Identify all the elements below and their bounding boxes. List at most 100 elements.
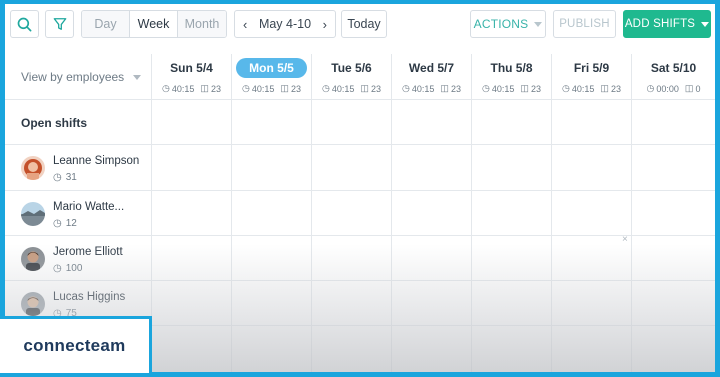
day-label: Wed 5/7 bbox=[408, 61, 455, 75]
actions-dropdown[interactable]: ACTIONS bbox=[470, 10, 546, 38]
day-label: Thu 5/8 bbox=[490, 61, 533, 75]
today-button[interactable]: Today bbox=[341, 10, 387, 38]
shift-cell[interactable] bbox=[231, 236, 311, 280]
open-shifts-row: Open shifts bbox=[5, 100, 715, 145]
shift-cell[interactable] bbox=[471, 100, 551, 144]
shift-cell[interactable] bbox=[391, 326, 471, 372]
shift-cell[interactable] bbox=[231, 191, 311, 235]
close-icon[interactable]: × bbox=[622, 234, 628, 245]
shifts-icon: ◫ bbox=[440, 83, 449, 93]
shift-cell[interactable] bbox=[231, 281, 311, 325]
day-hours: 40:15 bbox=[171, 83, 195, 94]
employee-row: Leanne Simpson ◷ 31 bbox=[5, 145, 715, 191]
day-header-sun[interactable]: Sun 5/4 ◷ 40:15 ◫ 23 bbox=[151, 54, 231, 99]
clock-icon: ◷ bbox=[53, 218, 62, 229]
shift-cell[interactable] bbox=[311, 191, 391, 235]
shift-cell[interactable] bbox=[551, 145, 631, 190]
employee-info[interactable]: Jerome Elliott ◷ 100 bbox=[5, 236, 151, 280]
date-range-picker: ‹ May 4-10 › bbox=[234, 10, 336, 38]
shift-cell[interactable] bbox=[551, 236, 631, 280]
view-by-label: View by employees bbox=[21, 70, 125, 84]
shift-cell[interactable] bbox=[151, 281, 231, 325]
shift-cell[interactable] bbox=[631, 281, 715, 325]
shift-cell[interactable] bbox=[631, 100, 715, 144]
view-switcher: Day Week Month bbox=[81, 10, 227, 38]
shift-cell[interactable] bbox=[231, 145, 311, 190]
shift-cell[interactable] bbox=[311, 326, 391, 372]
shift-cell[interactable] bbox=[311, 236, 391, 280]
shift-cell[interactable] bbox=[391, 191, 471, 235]
shift-cell[interactable] bbox=[151, 326, 231, 372]
shift-cell[interactable] bbox=[551, 100, 631, 144]
day-header-tue[interactable]: Tue 5/6 ◷ 40:15 ◫ 23 bbox=[311, 54, 391, 99]
shift-cell[interactable] bbox=[391, 281, 471, 325]
publish-button[interactable]: PUBLISH bbox=[553, 10, 616, 38]
chevron-left-icon[interactable]: ‹ bbox=[243, 17, 247, 32]
shift-cell[interactable] bbox=[471, 236, 551, 280]
shift-cell[interactable] bbox=[151, 100, 231, 144]
shift-cell[interactable] bbox=[631, 326, 715, 372]
day-header-sat[interactable]: Sat 5/10 ◷ 00:00 ◫ 0 bbox=[631, 54, 715, 99]
shift-cell[interactable] bbox=[471, 326, 551, 372]
view-month-tab[interactable]: Month bbox=[178, 11, 226, 37]
shift-cell[interactable] bbox=[151, 191, 231, 235]
day-hours: 40:15 bbox=[331, 83, 355, 94]
shift-cell[interactable] bbox=[471, 281, 551, 325]
shift-cell[interactable] bbox=[631, 145, 715, 190]
day-header-fri[interactable]: Fri 5/9 ◷ 40:15 ◫ 23 bbox=[551, 54, 631, 99]
day-hours: 40:15 bbox=[251, 83, 275, 94]
shift-cell[interactable] bbox=[631, 236, 715, 280]
shift-cell[interactable] bbox=[151, 145, 231, 190]
day-shifts: 23 bbox=[530, 83, 541, 94]
employee-hours: 31 bbox=[65, 172, 77, 183]
shift-cell[interactable] bbox=[311, 145, 391, 190]
employee-info[interactable]: Leanne Simpson ◷ 31 bbox=[5, 145, 151, 190]
employee-name: Jerome Elliott bbox=[53, 246, 123, 258]
day-hours: 40:15 bbox=[411, 83, 435, 94]
shift-cell[interactable] bbox=[471, 145, 551, 190]
shifts-icon: ◫ bbox=[360, 83, 369, 93]
day-header-wed[interactable]: Wed 5/7 ◷ 40:15 ◫ 23 bbox=[391, 54, 471, 99]
shift-cell[interactable] bbox=[391, 145, 471, 190]
date-range-label[interactable]: May 4-10 bbox=[259, 17, 311, 31]
shift-cell[interactable] bbox=[471, 191, 551, 235]
day-hours: 00:00 bbox=[656, 83, 679, 94]
day-header-mon[interactable]: Mon 5/5 ◷ 40:15 ◫ 23 bbox=[231, 54, 311, 99]
view-day-tab[interactable]: Day bbox=[82, 11, 130, 37]
shift-cell[interactable] bbox=[311, 100, 391, 144]
actions-label: ACTIONS bbox=[473, 17, 529, 31]
avatar bbox=[21, 202, 45, 226]
day-label: Fri 5/9 bbox=[573, 61, 610, 75]
search-button[interactable] bbox=[10, 10, 39, 38]
caret-down-icon bbox=[133, 75, 141, 80]
shift-cell[interactable] bbox=[231, 326, 311, 372]
chevron-right-icon[interactable]: › bbox=[323, 17, 327, 32]
clock-icon: ◷ bbox=[162, 83, 170, 93]
caret-down-icon bbox=[534, 21, 543, 27]
shift-cell[interactable] bbox=[391, 100, 471, 144]
day-header-thu[interactable]: Thu 5/8 ◷ 40:15 ◫ 23 bbox=[471, 54, 551, 99]
day-shifts: 23 bbox=[610, 83, 621, 94]
clock-icon: ◷ bbox=[562, 83, 570, 93]
filter-button[interactable] bbox=[45, 10, 74, 38]
shift-cell[interactable] bbox=[231, 100, 311, 144]
employee-name: Lucas Higgins bbox=[53, 291, 126, 303]
add-shifts-button[interactable]: ADD SHIFTS bbox=[623, 10, 711, 38]
shift-cell[interactable] bbox=[151, 236, 231, 280]
day-shifts: 23 bbox=[370, 83, 381, 94]
add-shifts-label: ADD SHIFTS bbox=[624, 18, 696, 30]
caret-down-icon bbox=[701, 21, 710, 27]
shift-cell[interactable] bbox=[551, 326, 631, 372]
shift-cell[interactable] bbox=[311, 281, 391, 325]
day-shifts: 23 bbox=[210, 83, 221, 94]
day-shifts: 23 bbox=[290, 83, 301, 94]
shift-cell[interactable] bbox=[551, 281, 631, 325]
employee-info[interactable]: Mario Watte... ◷ 12 bbox=[5, 191, 151, 235]
shift-cell[interactable] bbox=[551, 191, 631, 235]
employee-row: Mario Watte... ◷ 12 bbox=[5, 191, 715, 236]
employee-row: Jerome Elliott ◷ 100 bbox=[5, 236, 715, 281]
view-week-tab[interactable]: Week bbox=[130, 11, 178, 37]
view-by-dropdown[interactable]: View by employees bbox=[5, 54, 151, 99]
shift-cell[interactable] bbox=[631, 191, 715, 235]
shift-cell[interactable] bbox=[391, 236, 471, 280]
